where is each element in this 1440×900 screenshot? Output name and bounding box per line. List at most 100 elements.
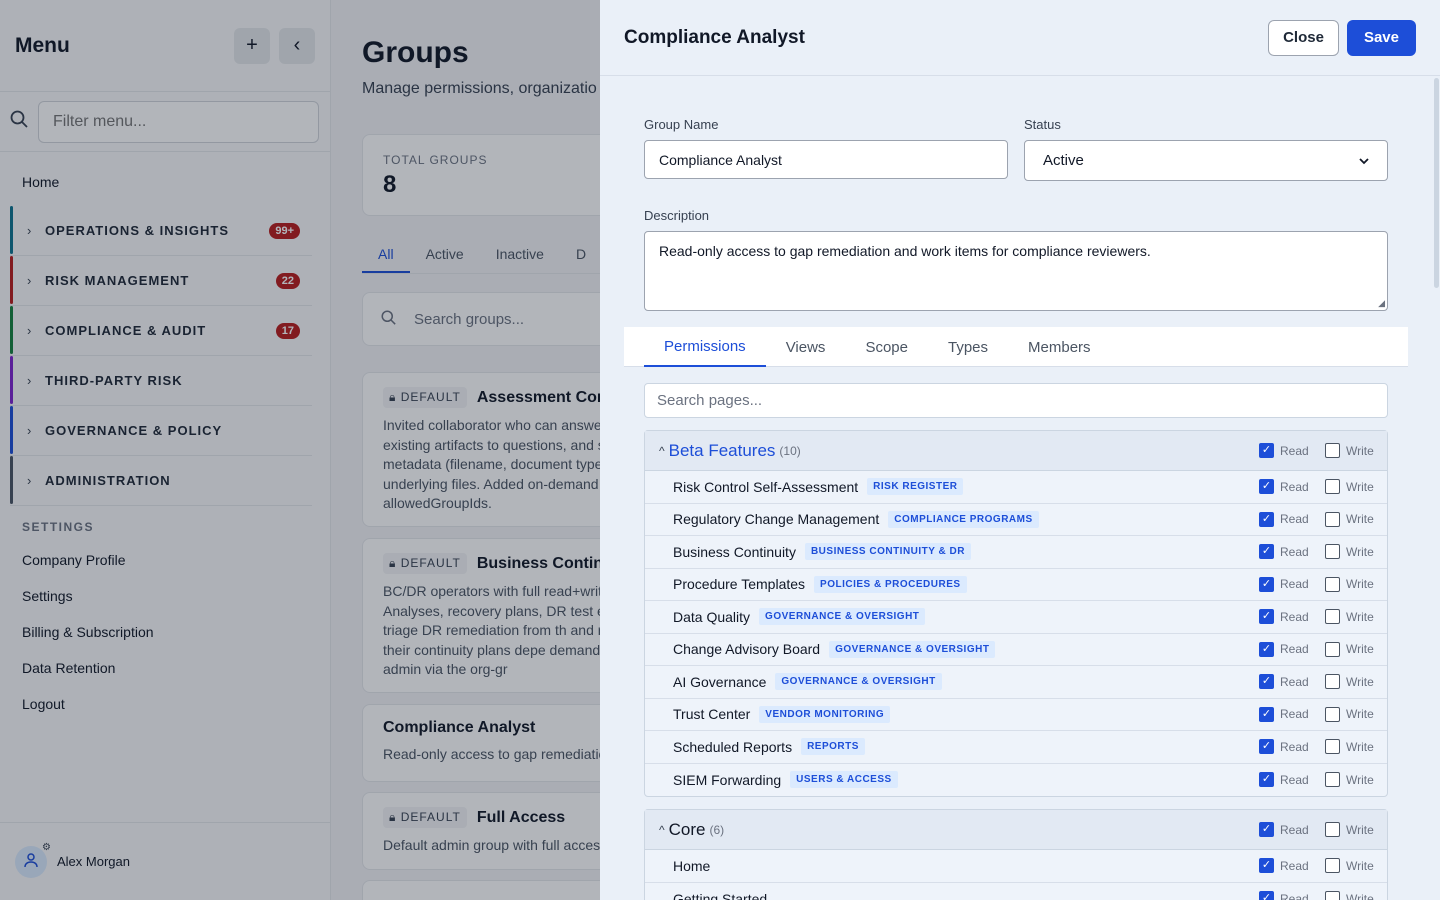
read-toggle[interactable]: ✓ Read [1259, 772, 1315, 788]
category-tag: RISK REGISTER [867, 478, 964, 496]
description-textarea[interactable]: Read-only access to gap remediation and … [644, 231, 1388, 311]
read-checkbox[interactable]: ✓ [1259, 674, 1274, 690]
tab-permissions[interactable]: Permissions [644, 327, 766, 367]
permission-row: AI Governance GOVERNANCE & OVERSIGHT ✓ Read… [645, 666, 1387, 699]
read-toggle[interactable]: ✓ Read [1259, 479, 1315, 495]
write-toggle[interactable]: Write [1325, 511, 1375, 527]
read-checkbox[interactable]: ✓ [1259, 822, 1274, 837]
read-toggle[interactable]: ✓ Read [1259, 739, 1315, 755]
write-checkbox[interactable] [1325, 858, 1340, 874]
write-toggle[interactable]: Write [1325, 641, 1375, 657]
permission-group-count: (10) [779, 443, 801, 458]
category-tag: POLICIES & PROCEDURES [814, 575, 967, 593]
page-name: Change Advisory Board [673, 641, 821, 658]
write-toggle[interactable]: Write [1325, 544, 1375, 560]
save-button[interactable]: Save [1346, 19, 1416, 56]
read-toggle[interactable]: ✓ Read [1259, 511, 1315, 527]
write-label: Write [1346, 642, 1374, 657]
scrollbar-thumb[interactable] [1434, 78, 1439, 288]
category-tag: REPORTS [801, 738, 865, 756]
read-toggle[interactable]: ✓ Read [1259, 576, 1315, 592]
write-label: Write [1346, 609, 1374, 624]
write-checkbox[interactable] [1325, 822, 1340, 837]
read-checkbox[interactable]: ✓ [1259, 576, 1274, 592]
read-toggle[interactable]: ✓ Read [1259, 641, 1315, 657]
read-checkbox[interactable]: ✓ [1259, 544, 1274, 560]
drawer-tabs: Permissions Views Scope Types Members [624, 327, 1408, 367]
permission-row: Risk Control Self-Assessment RISK REGISTE… [645, 471, 1387, 504]
permission-group-name: Core [668, 819, 706, 839]
write-checkbox[interactable] [1325, 891, 1340, 900]
group-name-input[interactable]: Compliance Analyst [644, 140, 1008, 179]
write-toggle[interactable]: Write [1325, 891, 1375, 900]
read-checkbox[interactable]: ✓ [1259, 609, 1274, 625]
modal-overlay[interactable] [0, 0, 600, 900]
page-name: Trust Center [673, 706, 751, 723]
write-toggle[interactable]: Write [1325, 739, 1375, 755]
tab-members[interactable]: Members [1008, 327, 1111, 367]
read-toggle[interactable]: ✓ Read [1259, 609, 1315, 625]
write-label: Write [1346, 479, 1374, 494]
resize-handle-icon[interactable]: ◢ [1378, 298, 1385, 309]
write-checkbox[interactable] [1325, 739, 1340, 755]
drawer-body: Group Name Compliance Analyst Status Act… [624, 76, 1408, 900]
read-checkbox[interactable]: ✓ [1259, 739, 1274, 755]
write-toggle[interactable]: Write [1325, 479, 1375, 495]
tab-scope[interactable]: Scope [845, 327, 928, 367]
read-checkbox[interactable]: ✓ [1259, 891, 1274, 900]
read-checkbox[interactable]: ✓ [1259, 706, 1274, 722]
write-label: Write [1346, 739, 1374, 754]
write-checkbox[interactable] [1325, 443, 1340, 458]
tab-types[interactable]: Types [928, 327, 1008, 367]
write-checkbox[interactable] [1325, 772, 1340, 788]
write-checkbox[interactable] [1325, 706, 1340, 722]
permission-group-header[interactable]: ^ Core (6) ✓ Read Write [645, 810, 1387, 850]
edit-group-drawer: Compliance Analyst Close Save Group Name… [600, 0, 1440, 900]
write-checkbox[interactable] [1325, 674, 1340, 690]
search-pages-input[interactable]: Search pages... [644, 383, 1388, 418]
write-checkbox[interactable] [1325, 576, 1340, 592]
write-label: Write [1346, 891, 1374, 900]
write-toggle[interactable]: Write [1325, 706, 1375, 722]
category-tag: GOVERNANCE & OVERSIGHT [829, 640, 996, 658]
write-toggle[interactable]: Write [1325, 858, 1375, 874]
write-toggle[interactable]: Write [1325, 576, 1375, 592]
write-checkbox[interactable] [1325, 544, 1340, 560]
write-checkbox[interactable] [1325, 511, 1340, 527]
close-button[interactable]: Close [1268, 19, 1339, 56]
page-name: Risk Control Self-Assessment [673, 478, 859, 495]
read-toggle[interactable]: ✓ Read [1259, 891, 1315, 900]
read-checkbox[interactable]: ✓ [1259, 443, 1274, 458]
permission-row: Scheduled Reports REPORTS ✓ Read Write [645, 731, 1387, 764]
read-checkbox[interactable]: ✓ [1259, 858, 1274, 874]
tab-views[interactable]: Views [766, 327, 846, 367]
read-checkbox[interactable]: ✓ [1259, 511, 1274, 527]
read-label: Read [1280, 443, 1309, 458]
chevron-up-icon: ^ [659, 822, 665, 837]
read-toggle[interactable]: ✓ Read [1259, 674, 1315, 690]
write-toggle[interactable]: Write [1325, 674, 1375, 690]
read-toggle[interactable]: ✓ Read [1259, 544, 1315, 560]
write-checkbox[interactable] [1325, 479, 1340, 495]
write-checkbox[interactable] [1325, 609, 1340, 625]
write-toggle[interactable]: Write [1325, 772, 1375, 788]
read-checkbox[interactable]: ✓ [1259, 772, 1274, 788]
permission-group-header[interactable]: ^ Beta Features (10) ✓ Read Write [645, 431, 1387, 471]
read-toggle[interactable]: ✓ Read [1259, 443, 1315, 458]
read-checkbox[interactable]: ✓ [1259, 641, 1274, 657]
read-toggle[interactable]: ✓ Read [1259, 858, 1315, 874]
permission-row: Data Quality GOVERNANCE & OVERSIGHT ✓ Read W… [645, 601, 1387, 634]
write-checkbox[interactable] [1325, 641, 1340, 657]
status-select[interactable]: Active [1024, 140, 1388, 181]
permission-group-panel: ^ Beta Features (10) ✓ Read Write Risk Control… [644, 430, 1388, 797]
write-toggle[interactable]: Write [1325, 609, 1375, 625]
page-name: AI Governance [673, 673, 767, 690]
read-label: Read [1280, 674, 1309, 689]
read-toggle[interactable]: ✓ Read [1259, 822, 1315, 837]
permission-group-panel: ^ Core (6) ✓ Read Write Home ✓ Read Write Getting … [644, 809, 1388, 900]
read-toggle[interactable]: ✓ Read [1259, 706, 1315, 722]
write-toggle[interactable]: Write [1325, 443, 1375, 458]
write-label: Write [1346, 577, 1374, 592]
read-checkbox[interactable]: ✓ [1259, 479, 1274, 495]
write-toggle[interactable]: Write [1325, 822, 1375, 837]
